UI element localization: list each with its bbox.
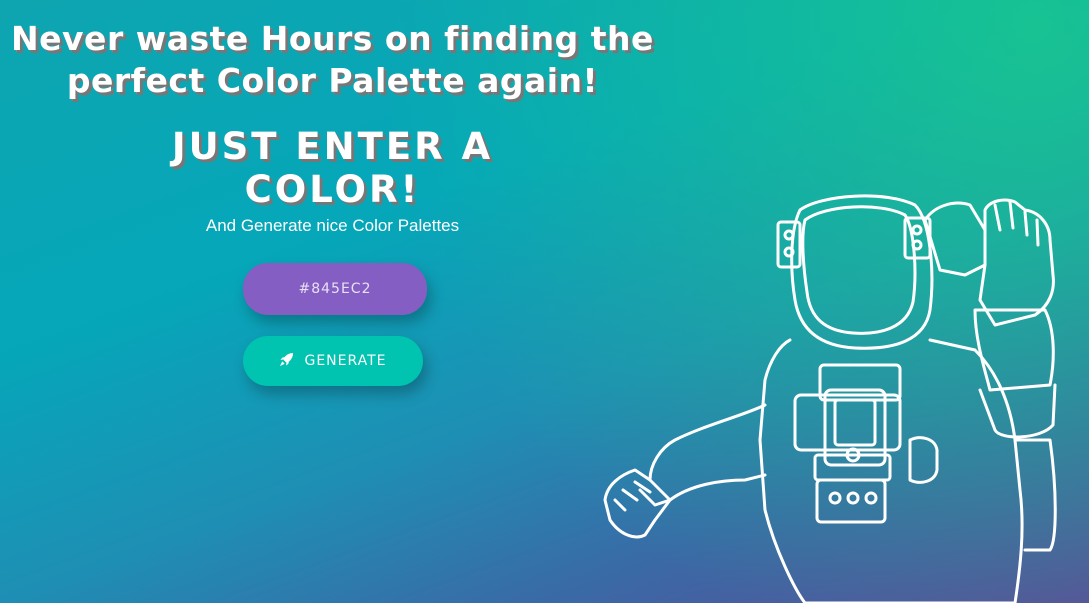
subheadline-line-1: JUST ENTER A: [171, 125, 494, 168]
rocket-icon: [279, 352, 294, 371]
headline-line-2: perfect Color Palette again!: [66, 61, 599, 100]
color-input[interactable]: [243, 263, 427, 315]
subheadline-line-2: COLOR!: [244, 168, 421, 211]
tagline: And Generate nice Color Palettes: [205, 216, 460, 235]
headline: Never waste Hours on finding the perfect…: [0, 18, 665, 102]
generate-button-label: GENERATE: [304, 353, 387, 369]
headline-line-1: Never waste Hours on finding the: [11, 19, 654, 58]
astronaut-illustration: [603, 194, 1057, 603]
generate-button[interactable]: GENERATE: [243, 336, 423, 386]
subheadline: JUST ENTER A COLOR!: [150, 125, 515, 211]
